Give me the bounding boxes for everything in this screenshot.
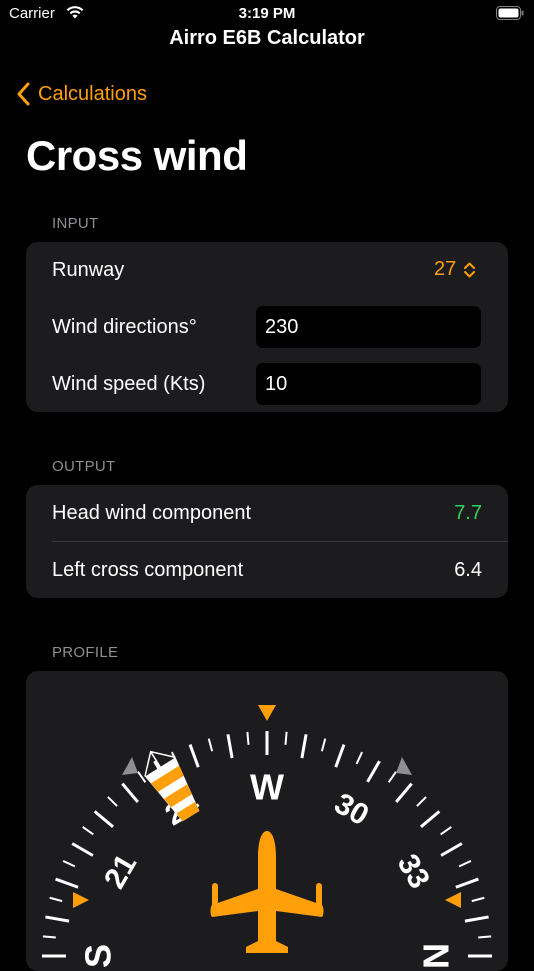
compass-label: 33 [391,849,436,894]
cross-wind-label: Left cross component [52,559,244,581]
airplane-icon [210,831,324,953]
compass-tick [82,826,94,836]
compass-tick [300,734,308,759]
compass-tick [93,810,114,828]
compass-rose: S2124W3033N [42,705,492,969]
output-section-header: OUTPUT [52,458,116,475]
runway-picker[interactable]: 27 [434,258,476,281]
wind-direction-label: Wind directions° [52,316,197,338]
row-divider [52,541,508,542]
compass-tick [387,771,397,783]
compass-tick [458,860,472,868]
compass-tick [355,751,363,765]
head-wind-label: Head wind component [52,502,252,524]
compass-tick [320,738,327,752]
compass-tick [366,760,381,783]
status-bar: Carrier 3:19 PM [0,0,534,28]
compass-tick [440,842,463,857]
profile-section-header: PROFILE [52,644,119,661]
wind-speed-field[interactable] [256,363,481,405]
head-wind-value: 7.7 [454,502,482,524]
chevron-left-icon [17,82,30,106]
left-marker-icon [73,892,89,908]
battery-icon [496,6,524,20]
compass-tick [207,738,214,752]
wind-direction-field[interactable] [256,306,481,348]
compass-label: N [416,943,457,969]
compass-tick [107,796,118,807]
compass-tick [71,842,94,857]
chevron-up-down-icon [464,262,476,277]
compass-tick [416,796,427,807]
compass-tick [45,915,70,923]
compass-tick [420,810,441,828]
compass-tick [121,782,139,803]
compass-tick [478,935,492,939]
input-section-header: INPUT [52,215,99,232]
left-diagonal-marker-icon [122,757,138,775]
profile-card: S2124W3033N [26,671,508,971]
compass-tick [334,744,346,768]
compass-tick [226,734,234,759]
back-label: Calculations [38,82,147,105]
app-title: Airro E6B Calculator [169,27,365,49]
runway-value: 27 [434,258,457,280]
compass-tick [464,915,489,923]
page-title: Cross wind [26,132,248,179]
compass-label: S [78,944,119,968]
back-button[interactable]: Calculations [16,82,147,106]
compass-tick [42,935,56,939]
runway-label: Runway [52,259,125,281]
wind-speed-label: Wind speed (Kts) [52,373,206,395]
compass-tick [62,860,76,868]
compass-label: 30 [329,787,374,832]
compass-tick [246,731,250,745]
output-card: Head wind component 7.7 Left cross compo… [26,485,508,598]
compass-tick [284,731,288,745]
heading-marker-icon [258,705,276,721]
input-card: Runway 27 Wind directions° Wind speed (K… [26,242,508,412]
compass-tick [137,771,147,783]
compass-label: W [250,767,284,808]
clock: 3:19 PM [238,5,296,22]
cross-wind-value: 6.4 [454,559,482,581]
compass-tick [55,877,79,889]
compass-label: 21 [98,849,143,894]
compass-tick [188,744,200,768]
compass-tick [455,877,479,889]
right-diagonal-marker-icon [396,757,412,775]
compass-tick [49,896,63,903]
compass-tick [440,826,452,836]
compass-tick [395,782,413,803]
compass-tick [471,896,485,903]
right-marker-icon [445,892,461,908]
